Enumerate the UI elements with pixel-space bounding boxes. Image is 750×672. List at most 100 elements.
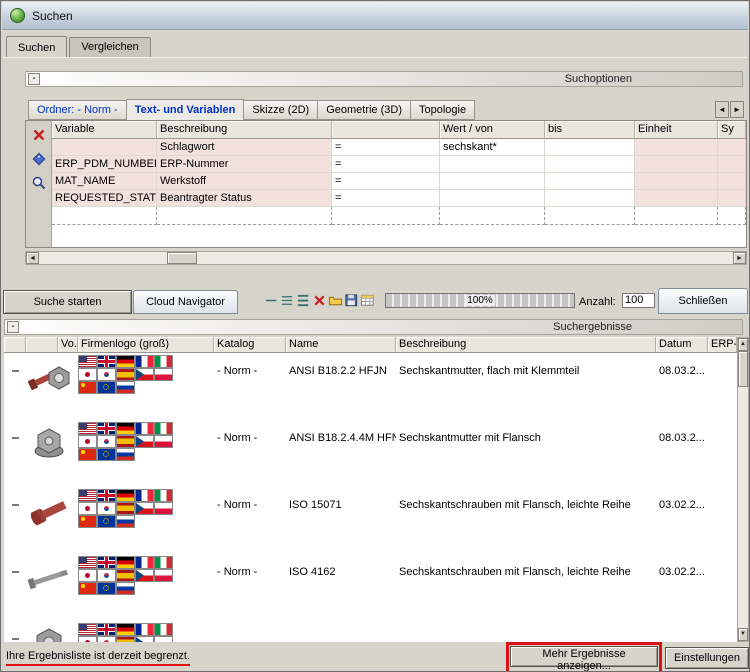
col-variable[interactable]: Variable <box>52 121 157 139</box>
col-katalog[interactable]: Katalog <box>214 337 286 353</box>
hscroll-right-icon[interactable] <box>733 252 746 264</box>
flange-nut-preview-icon[interactable] <box>26 420 58 487</box>
subtab-topologie[interactable]: Topologie <box>411 100 475 120</box>
anzahl-input[interactable]: 100 <box>622 293 655 308</box>
vscroll-thumb[interactable] <box>738 351 748 387</box>
hscroll-track[interactable] <box>39 252 733 264</box>
col-beschreibung[interactable]: Beschreibung <box>157 121 332 139</box>
subtab-skizze-2d[interactable]: Skizze (2D) <box>244 100 318 120</box>
collapse-suchoptionen-button[interactable]: - <box>28 73 40 85</box>
save-icon[interactable] <box>344 293 359 308</box>
row-height-large-icon[interactable] <box>296 293 311 308</box>
cell-operator[interactable]: = <box>332 173 440 190</box>
cell-beschreibung: Schlagwort <box>157 139 332 156</box>
row-selector[interactable] <box>4 621 26 642</box>
variables-horizontal-scrollbar[interactable] <box>25 251 747 265</box>
col-firmenlogo[interactable]: Firmenlogo (groß) <box>78 337 214 353</box>
row-selector[interactable] <box>4 353 26 420</box>
col-selector[interactable] <box>4 337 26 353</box>
col-beschreibung[interactable]: Beschreibung <box>396 337 656 353</box>
gb-flag-icon <box>98 356 115 367</box>
gb-flag-icon <box>98 557 115 568</box>
hscroll-thumb[interactable] <box>167 252 197 264</box>
cell-wert-input[interactable] <box>440 190 545 207</box>
cell-bis-input[interactable] <box>545 139 635 156</box>
cell-operator[interactable]: = <box>332 139 440 156</box>
cell-operator[interactable]: = <box>332 190 440 207</box>
nut-preview-icon[interactable] <box>26 621 58 642</box>
col-sy[interactable]: Sy <box>718 121 746 139</box>
us-flag-icon <box>79 356 96 367</box>
cell-bis-input[interactable] <box>545 156 635 173</box>
bolt-with-nut-preview-icon[interactable] <box>26 353 58 420</box>
col-bis[interactable]: bis <box>545 121 635 139</box>
cell-wert-input[interactable] <box>440 156 545 173</box>
einstellungen-button[interactable]: Einstellungen <box>665 647 749 669</box>
results-vertical-scrollbar[interactable] <box>737 337 749 642</box>
col-einheit[interactable]: Einheit <box>635 121 718 139</box>
mehr-ergebnisse-button[interactable]: Mehr Ergebnisse anzeigen... <box>510 646 658 667</box>
row-selector[interactable] <box>4 420 26 487</box>
row-selector[interactable] <box>4 487 26 554</box>
subtab-text-und-variablen[interactable]: Text- und Variablen <box>127 99 245 121</box>
subtab-geometrie-3d[interactable]: Geometrie (3D) <box>318 100 411 120</box>
col-name[interactable]: Name <box>286 337 396 353</box>
result-row-partial[interactable] <box>4 621 737 642</box>
variables-table: Variable Beschreibung Wert / von bis Ein… <box>25 120 747 248</box>
tab-suchen[interactable]: Suchen <box>6 36 67 58</box>
suche-starten-button[interactable]: Suche starten <box>3 290 132 314</box>
cell-operator[interactable]: = <box>332 156 440 173</box>
eu-flag-icon <box>98 449 115 460</box>
main-tabs: Suchen Vergleichen <box>6 34 151 57</box>
vscroll-down-icon[interactable] <box>738 628 748 641</box>
empty-cell[interactable] <box>718 207 746 225</box>
cell-bis-input[interactable] <box>545 190 635 207</box>
col-erp[interactable]: ERP-N <box>708 337 737 353</box>
cell-wert-input[interactable] <box>440 173 545 190</box>
empty-cell[interactable] <box>332 207 440 225</box>
cell-bis-input[interactable] <box>545 173 635 190</box>
cell-einheit <box>635 156 718 173</box>
fr-flag-icon <box>136 557 153 568</box>
row-height-small-icon[interactable] <box>264 293 279 308</box>
row-selector[interactable] <box>4 554 26 621</box>
col-operator[interactable] <box>332 121 440 139</box>
search-variable-icon[interactable] <box>31 175 47 191</box>
result-row[interactable]: - Norm - ANSI B18.2.2 HFJN Sechskantmutt… <box>4 353 737 420</box>
col-datum[interactable]: Datum <box>656 337 708 353</box>
empty-cell[interactable] <box>545 207 635 225</box>
vscroll-up-icon[interactable] <box>738 338 748 351</box>
result-row[interactable]: - Norm - ANSI B18.2.4.4M HFN Sechskantmu… <box>4 420 737 487</box>
results-header-row: Vo... Firmenlogo (groß) Katalog Name Bes… <box>4 337 737 353</box>
empty-cell[interactable] <box>440 207 545 225</box>
schliessen-button[interactable]: Schließen <box>658 288 748 314</box>
result-erp <box>708 621 737 642</box>
cloud-navigator-tab[interactable]: Cloud Navigator <box>133 290 238 314</box>
hscroll-left-icon[interactable] <box>26 252 39 264</box>
subtab-ordner[interactable]: Ordner: - Norm - <box>28 100 127 120</box>
col-vorschau[interactable]: Vo... <box>58 337 78 353</box>
cell-wert-input[interactable]: sechskant* <box>440 139 545 156</box>
row-height-medium-icon[interactable] <box>280 293 295 308</box>
subtab-scroll-right-icon[interactable] <box>730 101 744 118</box>
clear-results-icon[interactable] <box>312 293 327 308</box>
result-name: ANSI B18.2.4.4M HFN <box>286 420 396 487</box>
col-wert-von[interactable]: Wert / von <box>440 121 545 139</box>
us-flag-icon <box>79 423 96 434</box>
subtab-scroll-left-icon[interactable] <box>715 101 729 118</box>
folder-open-icon[interactable] <box>328 293 343 308</box>
result-row[interactable]: - Norm - ISO 4162 Sechskantschrauben mit… <box>4 554 737 621</box>
collapse-suchergebnisse-button[interactable]: - <box>7 321 19 333</box>
delete-condition-icon[interactable] <box>31 127 47 143</box>
long-bolt-preview-icon[interactable] <box>26 554 58 621</box>
col-preview[interactable] <box>26 337 58 353</box>
flange-bolt-preview-icon[interactable] <box>26 487 58 554</box>
empty-cell[interactable] <box>635 207 718 225</box>
keyword-tag-icon[interactable] <box>31 151 47 167</box>
empty-cell[interactable] <box>157 207 332 225</box>
tab-vergleichen[interactable]: Vergleichen <box>69 37 151 57</box>
export-table-icon[interactable] <box>360 293 375 308</box>
fr-flag-icon <box>136 423 153 434</box>
empty-cell[interactable] <box>52 207 157 225</box>
result-row[interactable]: - Norm - ISO 15071 Sechskantschrauben mi… <box>4 487 737 554</box>
